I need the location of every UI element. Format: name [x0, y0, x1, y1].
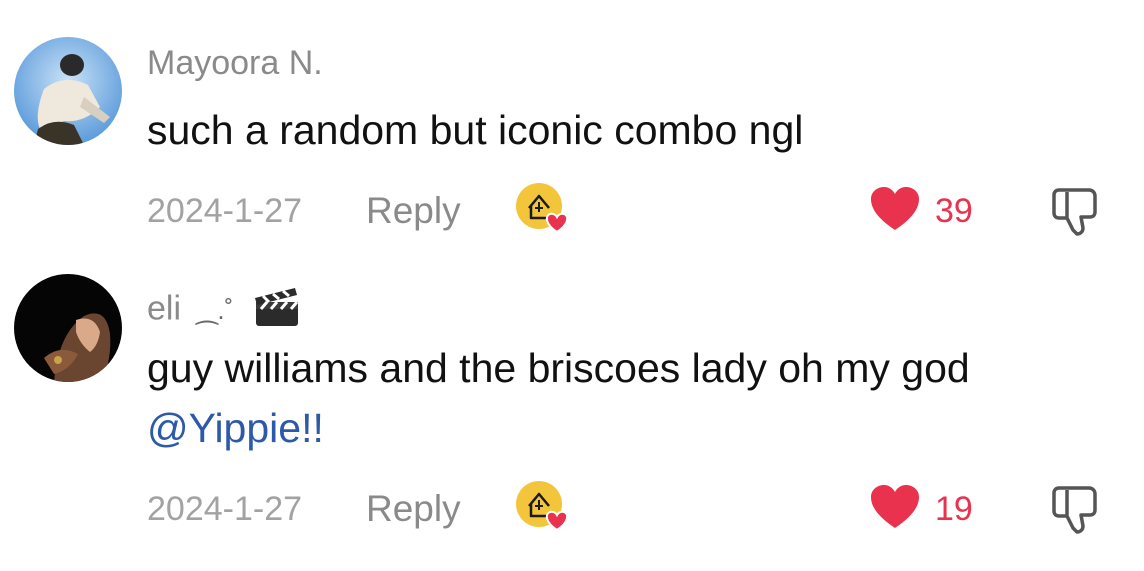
avatar[interactable]	[14, 274, 122, 382]
mention-link[interactable]: @Yippie!!	[147, 405, 324, 451]
like-count: 39	[935, 192, 973, 230]
username-text: eli	[147, 289, 182, 328]
comment-text: such a random but iconic combo ngl	[147, 100, 803, 160]
avatar[interactable]	[14, 37, 122, 145]
reply-button[interactable]: Reply	[366, 190, 461, 232]
comment-text-line-2: @Yippie!!	[147, 398, 324, 458]
clapper-board-icon	[253, 284, 301, 337]
like-count: 19	[935, 490, 973, 528]
username-decoration: ⁔.˚	[196, 295, 234, 326]
creator-liked-badge-icon	[515, 480, 571, 536]
comment-text: guy williams and the briscoes lady oh my…	[147, 338, 970, 398]
creator-liked-badge-icon	[515, 182, 571, 238]
thumbs-down-icon[interactable]	[1049, 482, 1103, 534]
heart-icon[interactable]	[869, 484, 921, 530]
comment-item: Mayoora N. such a random but iconic comb…	[0, 0, 1144, 250]
comment-username[interactable]: eli ⁔.˚	[147, 284, 301, 337]
comment-item: eli ⁔.˚ guy williams and the briscoes la…	[0, 250, 1144, 550]
heart-icon[interactable]	[869, 186, 921, 232]
comment-actions: 2024-1-27 Reply 39	[147, 182, 1127, 242]
reply-button[interactable]: Reply	[366, 488, 461, 530]
comment-actions: 2024-1-27 Reply 19	[147, 480, 1127, 540]
comment-body: guy williams and the briscoes lady oh my…	[147, 345, 970, 391]
comment-date: 2024-1-27	[147, 192, 303, 230]
comment-username[interactable]: Mayoora N.	[147, 44, 323, 83]
thumbs-down-icon[interactable]	[1049, 184, 1103, 236]
comment-body: such a random but iconic combo ngl	[147, 107, 804, 153]
comment-date: 2024-1-27	[147, 490, 303, 528]
